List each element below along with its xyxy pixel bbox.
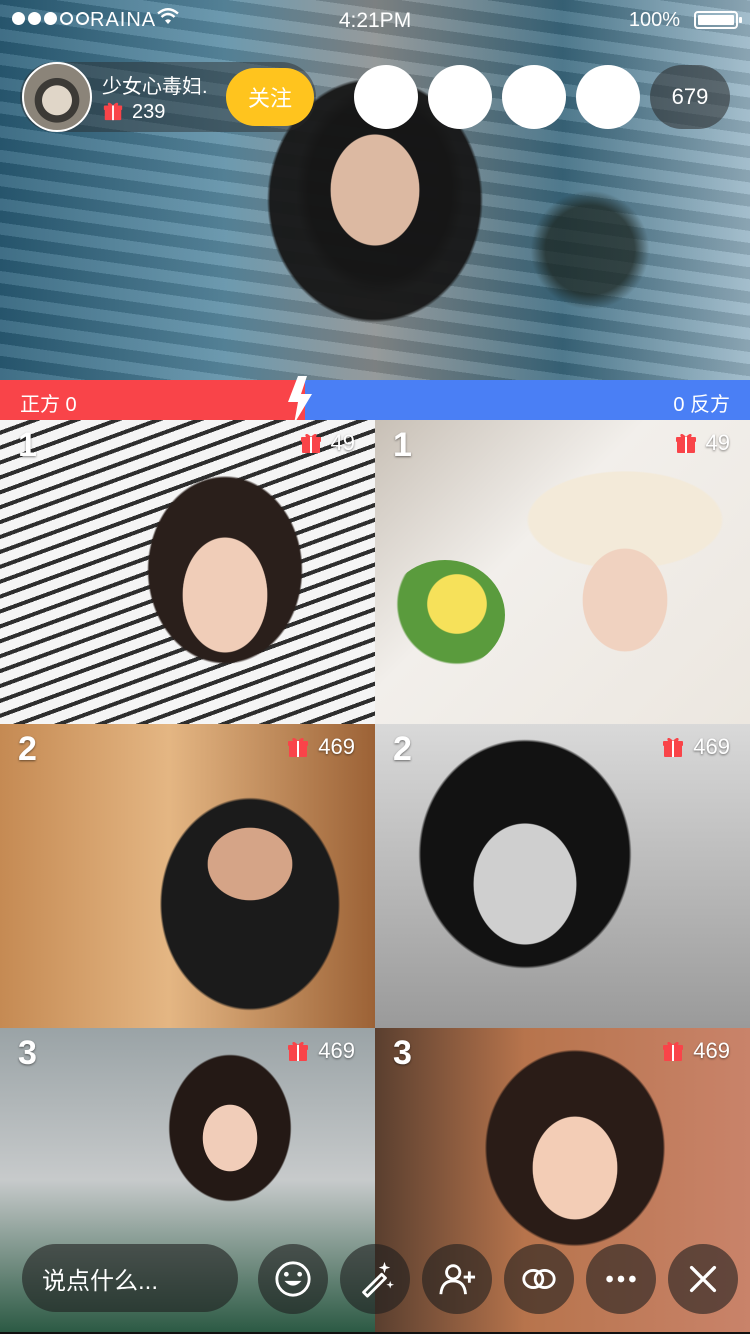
gift-icon — [103, 102, 123, 121]
gift-icon — [675, 433, 696, 453]
participant-tile[interactable]: 2 469 — [0, 724, 375, 1028]
host-gift-count: 239 — [132, 101, 166, 123]
comment-input[interactable]: 说点什么... — [22, 1244, 238, 1312]
gift-icon — [663, 737, 684, 757]
hero-video[interactable] — [0, 0, 750, 380]
tile-gift-badge: 49 — [299, 430, 355, 456]
versus-right-label: 0 反方 — [673, 394, 730, 416]
viewer-count[interactable]: 679 — [650, 65, 730, 129]
versus-left-label: 正方 0 — [20, 394, 77, 416]
participant-video — [130, 460, 320, 690]
participant-tile[interactable]: 1 49 — [375, 420, 750, 724]
host-name: 少女心毒妇. — [102, 76, 208, 98]
viewer-avatar[interactable] — [502, 65, 566, 129]
tile-gift-badge: 469 — [286, 1038, 355, 1064]
tile-rank: 1 — [393, 426, 412, 464]
participant-video — [385, 734, 665, 1024]
invite-button[interactable] — [422, 1244, 492, 1314]
participant-video — [140, 754, 360, 1014]
tile-rank: 1 — [18, 426, 37, 464]
tile-gift-count: 49 — [330, 430, 355, 455]
participant-tile[interactable]: 1 49 — [0, 420, 375, 724]
tile-gift-count: 469 — [693, 734, 730, 759]
link-icon — [522, 1269, 556, 1289]
host-avatar[interactable] — [22, 62, 92, 132]
tile-gift-badge: 469 — [661, 1038, 730, 1064]
gift-icon — [288, 737, 309, 757]
tile-gift-badge: 49 — [674, 430, 730, 456]
tile-gift-badge: 469 — [661, 734, 730, 760]
tile-gift-count: 469 — [693, 1038, 730, 1063]
close-button[interactable] — [668, 1244, 738, 1314]
magic-wand-icon — [362, 1261, 394, 1298]
connect-button[interactable] — [504, 1244, 574, 1314]
gift-icon — [663, 1041, 684, 1061]
viewer-avatar[interactable] — [428, 65, 492, 129]
more-button[interactable] — [586, 1244, 656, 1314]
viewer-avatar[interactable] — [354, 65, 418, 129]
add-user-icon — [439, 1264, 476, 1295]
effects-button[interactable] — [340, 1244, 410, 1314]
background-plant — [520, 180, 660, 320]
tile-gift-count: 49 — [705, 430, 730, 455]
tile-gift-badge: 469 — [286, 734, 355, 760]
viewer-avatar[interactable] — [576, 65, 640, 129]
lightning-icon — [288, 376, 312, 424]
tile-rank: 3 — [18, 1034, 37, 1072]
tile-rank: 3 — [393, 1034, 412, 1072]
participant-video — [495, 450, 750, 710]
more-icon — [606, 1275, 636, 1283]
follow-button[interactable]: 关注 — [226, 68, 314, 126]
flowers-decor — [385, 560, 505, 670]
battery-icon — [694, 11, 742, 29]
tile-rank: 2 — [393, 730, 412, 768]
tile-rank: 2 — [18, 730, 37, 768]
gift-icon — [288, 1041, 309, 1061]
emoji-button[interactable] — [258, 1244, 328, 1314]
battery-percent: 100% — [628, 9, 680, 31]
participant-video — [465, 1048, 685, 1288]
close-icon — [689, 1265, 717, 1293]
participant-tile[interactable]: 2 469 — [375, 724, 750, 1028]
tile-gift-count: 469 — [318, 1038, 355, 1063]
gift-icon — [300, 433, 321, 453]
status-bar: RAINA 4:21PM 100% — [0, 0, 750, 40]
participant-video — [150, 1048, 310, 1248]
tile-gift-count: 469 — [318, 734, 355, 759]
emoji-icon — [275, 1261, 311, 1297]
